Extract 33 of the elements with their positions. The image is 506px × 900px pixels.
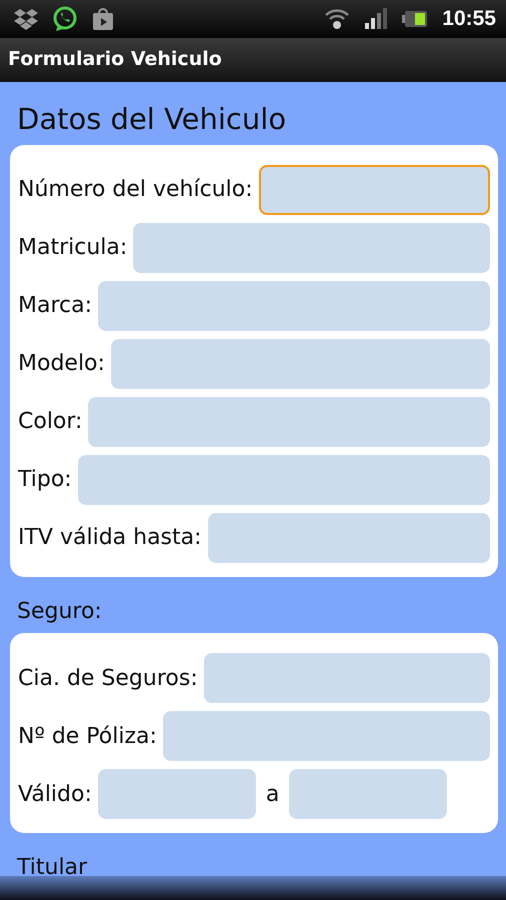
input-field[interactable]: [258, 164, 490, 215]
window-title: Formulario Vehiculo: [8, 48, 222, 70]
shopping-bag-icon: [92, 7, 114, 31]
section-title: Datos del Vehiculo: [17, 102, 288, 137]
status-time: 10:55: [442, 7, 496, 31]
input-field[interactable]: [133, 222, 490, 273]
battery-icon: [402, 10, 428, 28]
input-field[interactable]: [208, 512, 490, 563]
field-label: Matricula:: [18, 235, 128, 260]
input-field[interactable]: [289, 769, 448, 820]
field-label: Cia. de Seguros:: [18, 666, 198, 691]
input-field[interactable]: [98, 769, 256, 820]
input-field[interactable]: [162, 711, 490, 762]
field-label: Nº de Póliza:: [18, 724, 157, 749]
field-label: Tipo:: [18, 467, 72, 492]
field-label: Modelo:: [18, 351, 105, 376]
input-field[interactable]: [98, 280, 490, 331]
section-title: Titular: [17, 855, 88, 882]
field-label: a: [266, 782, 280, 807]
field-label: Color:: [18, 409, 82, 434]
field-label: ITV válida hasta:: [18, 525, 202, 550]
input-field[interactable]: [110, 338, 490, 389]
field-label: Marca:: [18, 293, 92, 318]
input-field[interactable]: [204, 653, 490, 704]
section-title: Seguro:: [17, 598, 103, 626]
field-label: Válido:: [18, 782, 92, 807]
input-field[interactable]: [78, 454, 490, 505]
chat-bubble-icon: [52, 6, 78, 32]
field-label: Número del vehículo:: [18, 177, 253, 202]
signal-icon: [364, 8, 388, 30]
input-field[interactable]: [88, 396, 490, 447]
dropbox-icon: [14, 8, 38, 30]
wifi-icon: [324, 7, 350, 31]
